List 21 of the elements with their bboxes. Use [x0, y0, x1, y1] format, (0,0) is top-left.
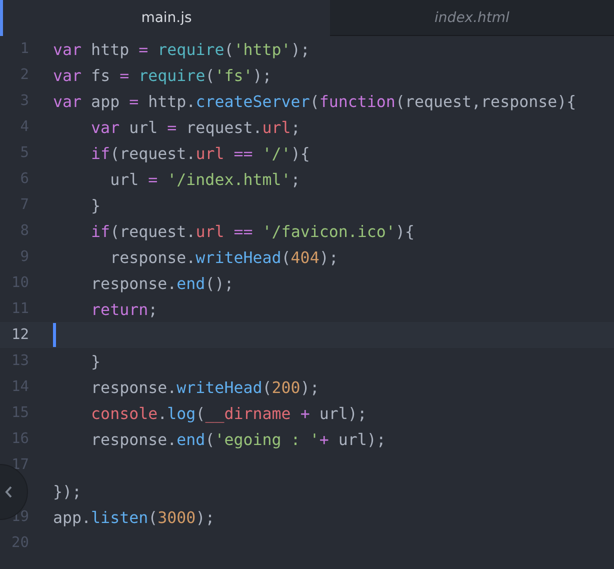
code-line: }	[90, 352, 101, 370]
file-tab[interactable]: index.html	[330, 0, 614, 36]
code-line: var url = request.url;	[90, 118, 300, 136]
code-line: response.writeHead(404);	[109, 248, 338, 266]
code-line: response.end();	[90, 274, 234, 292]
code-line: }	[90, 196, 101, 214]
code-line: app.listen(3000);	[53, 508, 215, 526]
text-cursor	[53, 323, 56, 347]
line-number: 12	[12, 327, 29, 343]
code-line: if(request.url == '/favicon.ico'){	[90, 222, 414, 240]
chevron-left-icon	[5, 486, 13, 498]
code-line: if(request.url == '/'){	[90, 144, 310, 162]
code-line: return;	[90, 300, 158, 318]
code-line: response.end('egoing : '+ url);	[90, 430, 386, 448]
code-line: });	[53, 482, 82, 500]
code-line: console.log(__dirname + url);	[90, 404, 367, 422]
code-line: response.writeHead(200);	[90, 378, 320, 396]
code-line: var app = http.createServer(function(request,response){	[53, 92, 576, 110]
code-line: var http = require('http');	[53, 40, 310, 58]
code-line: var fs = require('fs');	[53, 66, 272, 84]
code-line: url = '/index.html';	[109, 170, 300, 188]
